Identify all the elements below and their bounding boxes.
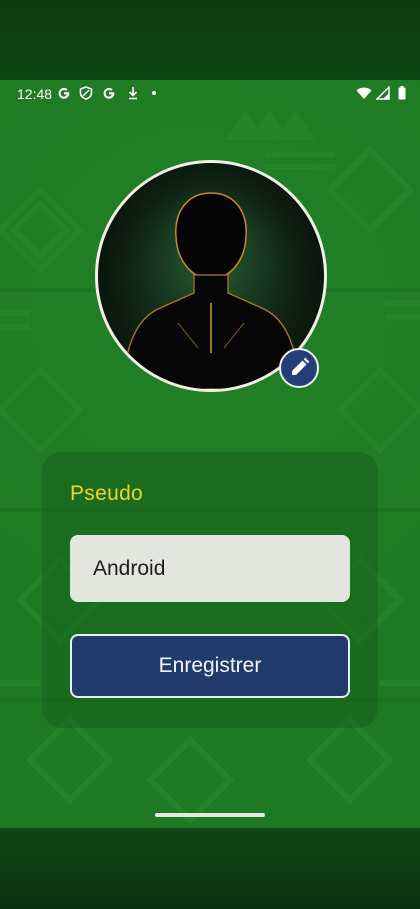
- download-arrow-icon: [127, 86, 139, 105]
- pencil-icon: [292, 357, 310, 375]
- pseudo-label: Pseudo: [70, 482, 144, 505]
- google-g-icon: [57, 86, 71, 105]
- save-button[interactable]: Enregistrer: [70, 634, 350, 698]
- app-screen: 12:48 Pseudo Android Enregistrer: [0, 80, 420, 828]
- outer-frame-bottom: [0, 828, 420, 909]
- status-time: 12:48: [17, 86, 53, 102]
- home-indicator[interactable]: [155, 813, 265, 817]
- status-bar: 12:48: [0, 80, 420, 108]
- wifi-icon: [356, 86, 372, 105]
- google-g-icon: [102, 86, 116, 105]
- shield-icon: [79, 86, 93, 105]
- outer-frame-top: [0, 0, 420, 80]
- edit-avatar-button[interactable]: [279, 348, 319, 388]
- signal-icon: [375, 85, 390, 105]
- battery-icon: [398, 86, 406, 105]
- pseudo-input[interactable]: [70, 535, 350, 602]
- profile-avatar-container: [95, 160, 327, 392]
- dot-icon: [151, 86, 157, 105]
